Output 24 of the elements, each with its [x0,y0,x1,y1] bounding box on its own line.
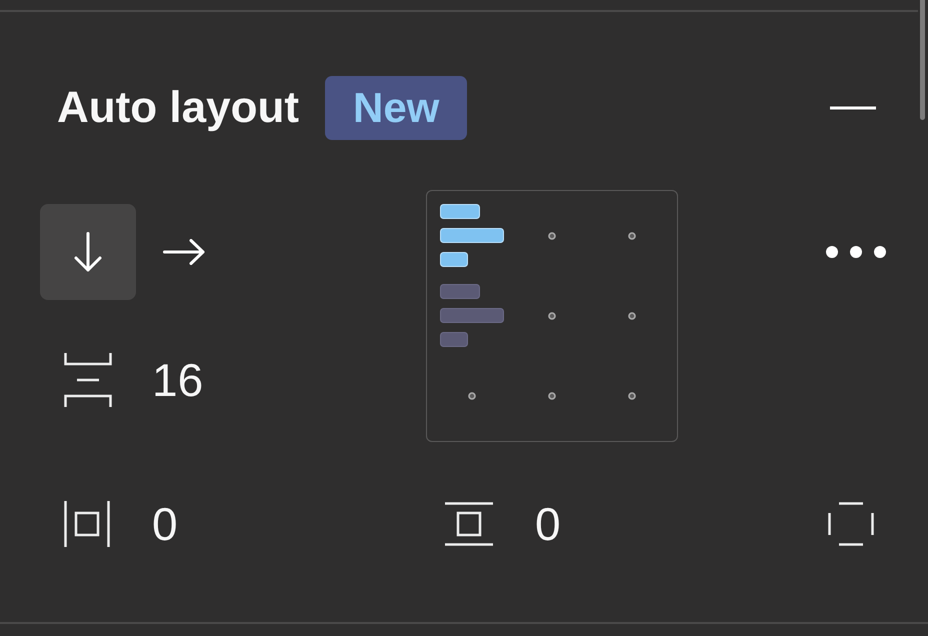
scrollbar-thumb[interactable] [920,0,925,120]
vertical-padding-icon [445,502,493,546]
horizontal-padding-icon [64,501,110,547]
alignment-dot-icon[interactable] [548,232,556,240]
alignment-dot-icon[interactable] [468,392,476,400]
padding-value-input[interactable]: 0 [535,501,561,547]
padding-value-input[interactable]: 0 [152,501,178,547]
arrow-down-icon [74,232,102,272]
new-badge: New [324,76,468,140]
selected-align-bars-icon[interactable] [440,204,504,266]
alignment-dot-icon[interactable] [628,312,636,320]
independent-padding-icon[interactable] [828,502,874,546]
vertical-spacing-icon [64,353,112,407]
alignment-dot-icon[interactable] [628,392,636,400]
arrow-right-icon [163,239,205,265]
minus-icon[interactable] [830,106,876,110]
alignment-dot-icon[interactable] [628,232,636,240]
alignment-dot-icon[interactable] [548,392,556,400]
gap-value-input[interactable]: 16 [152,357,204,403]
preview-align-bars-icon[interactable] [440,284,504,346]
more-icon[interactable] [826,246,886,258]
direction-button[interactable] [40,204,136,300]
alignment-dot-icon[interactable] [548,312,556,320]
section-title: Auto layout [57,83,299,133]
